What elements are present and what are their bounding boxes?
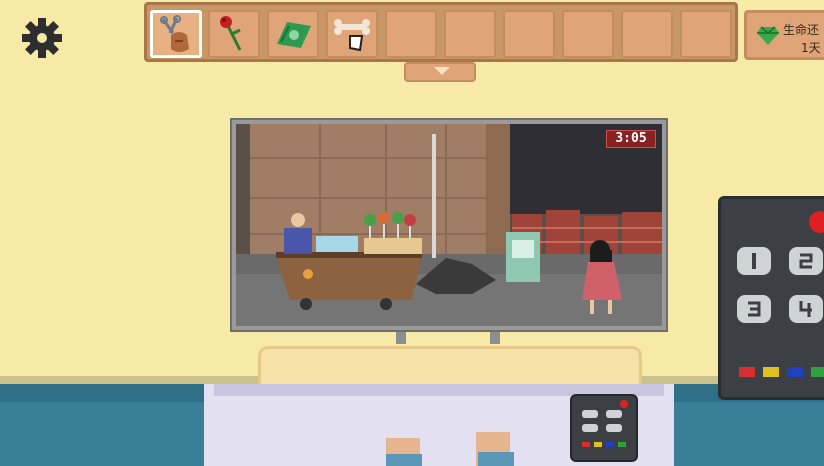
inventory-slot-10[interactable] <box>680 10 732 58</box>
blue-color-button[interactable] <box>787 367 803 377</box>
green-color-button[interactable] <box>811 367 824 377</box>
power-button[interactable] <box>809 211 824 233</box>
remote-small-buttons <box>582 400 628 447</box>
remote-button-1[interactable] <box>737 247 771 275</box>
inventory-toggle-button[interactable] <box>404 62 476 82</box>
right-sock <box>478 452 514 466</box>
tv-clock: 3:05 <box>606 130 656 148</box>
tv-stand-left <box>396 332 406 344</box>
remote-button-3[interactable] <box>737 295 771 323</box>
inventory-slot-9[interactable] <box>621 10 673 58</box>
green-gem-icon <box>757 26 779 45</box>
tv-scene <box>236 124 662 326</box>
left-sock <box>386 454 422 466</box>
life-counter: 生命还 1天 <box>744 10 824 60</box>
inventory-slot-8[interactable] <box>562 10 614 58</box>
life-value: 1天 <box>801 41 821 55</box>
life-label: 生命还 <box>783 23 820 37</box>
tv-screen[interactable]: 3:05 <box>236 124 662 326</box>
inventory-slot-7[interactable] <box>503 10 555 58</box>
remote-button-2[interactable] <box>789 247 823 275</box>
gear-icon[interactable] <box>20 16 64 60</box>
yellow-color-button[interactable] <box>763 367 779 377</box>
remote-button-4[interactable] <box>789 295 823 323</box>
inventory-bar <box>144 2 738 62</box>
inventory-slot-2[interactable] <box>208 10 260 58</box>
scissors-and-bag-icon <box>160 15 189 52</box>
cash-bill-icon <box>277 22 311 48</box>
inventory-slot-1[interactable] <box>150 10 202 58</box>
inventory-slot-3[interactable] <box>267 10 319 58</box>
tv-remote-small[interactable] <box>570 394 638 462</box>
inventory-slot-4[interactable] <box>326 10 378 58</box>
red-color-button[interactable] <box>739 367 755 377</box>
red-rose-icon <box>220 16 242 51</box>
inventory-slot-5[interactable] <box>385 10 437 58</box>
chevron-down-icon <box>434 67 450 75</box>
bone-and-paper-icon <box>334 19 370 52</box>
tv-stand-right <box>490 332 500 344</box>
tv-remote-large[interactable] <box>718 196 824 400</box>
inventory-slot-6[interactable] <box>444 10 496 58</box>
